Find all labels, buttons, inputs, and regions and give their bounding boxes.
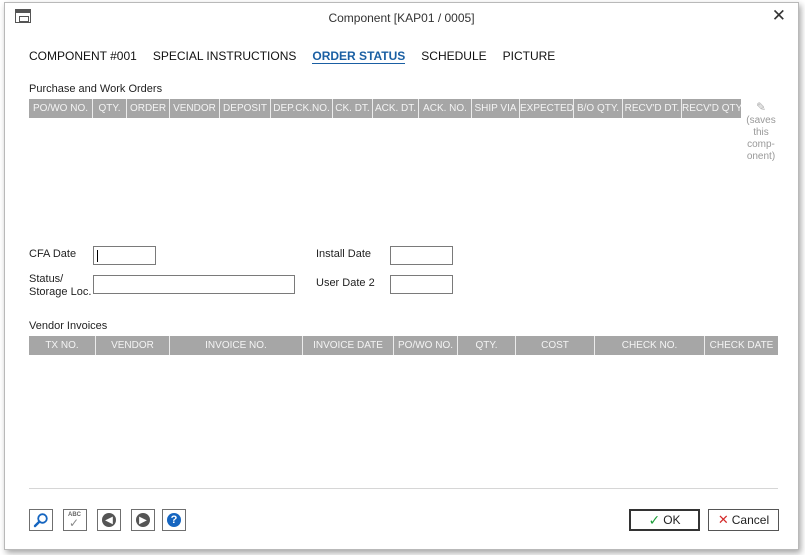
cross-icon: ✕ [717, 512, 729, 527]
col-expected[interactable]: EXPECTED [520, 99, 574, 118]
save-component-hint-text: (saves this comp-onent) [746, 115, 776, 162]
col-recvd-qty[interactable]: RECV'D QTY [682, 99, 741, 118]
user-date-2-label: User Date 2 [316, 277, 375, 289]
col-po-wo-no[interactable]: PO/WO NO. [29, 99, 93, 118]
text-caret [97, 250, 98, 262]
cfa-date-field[interactable] [93, 246, 156, 265]
tab-bar: COMPONENT #001 SPECIAL INSTRUCTIONS ORDE… [29, 49, 571, 64]
col-vendor[interactable]: VENDOR [170, 99, 220, 118]
col-invoice-date[interactable]: INVOICE DATE [303, 336, 394, 355]
save-component-hint[interactable]: ✎ (saves this comp-onent) [741, 101, 781, 163]
tab-special-instructions[interactable]: SPECIAL INSTRUCTIONS [153, 49, 297, 64]
title-bar: Component [KAP01 / 0005] ✕ [5, 3, 798, 31]
footer-divider [29, 488, 778, 489]
tab-schedule[interactable]: SCHEDULE [421, 49, 486, 64]
check-mark-glyph: ✓ [69, 516, 80, 530]
magnifier-icon [33, 513, 48, 528]
col-check-no[interactable]: CHECK NO. [595, 336, 705, 355]
col-vendor[interactable]: VENDOR [96, 336, 170, 355]
previous-button[interactable]: ◀ [97, 509, 121, 531]
col-dep-ck-no[interactable]: DEP.CK.NO. [271, 99, 333, 118]
col-cost[interactable]: COST [516, 336, 595, 355]
status-storage-field[interactable] [93, 275, 295, 294]
col-tx-no[interactable]: TX NO. [29, 336, 96, 355]
col-qty[interactable]: QTY. [458, 336, 516, 355]
pencil-icon: ✎ [755, 100, 767, 114]
ok-button-label: OK [663, 513, 681, 527]
spell-check-icon: ABC ✓ [66, 512, 84, 530]
tab-order-status[interactable]: ORDER STATUS [312, 49, 406, 64]
spell-check-button[interactable]: ABC ✓ [63, 509, 87, 531]
col-ack-dt[interactable]: ACK. DT. [373, 99, 419, 118]
close-icon[interactable]: ✕ [772, 6, 786, 26]
col-po-wo-no[interactable]: PO/WO NO. [394, 336, 458, 355]
install-date-field[interactable] [390, 246, 453, 265]
col-recvd-dt[interactable]: RECV'D DT. [623, 99, 682, 118]
arrow-right-icon: ▶ [136, 513, 150, 527]
col-ck-dt[interactable]: CK. DT. [333, 99, 373, 118]
cancel-button[interactable]: ✕ Cancel [708, 509, 779, 531]
user-date-2-field[interactable] [390, 275, 453, 294]
next-button[interactable]: ▶ [131, 509, 155, 531]
tab-component[interactable]: COMPONENT #001 [29, 49, 137, 64]
col-ack-no[interactable]: ACK. NO. [419, 99, 472, 118]
col-check-date[interactable]: CHECK DATE [705, 336, 778, 355]
help-icon: ? [167, 513, 181, 527]
check-icon: ✓ [648, 511, 661, 528]
help-button[interactable]: ? [162, 509, 186, 531]
tab-picture[interactable]: PICTURE [503, 49, 556, 64]
col-deposit[interactable]: DEPOSIT [220, 99, 271, 118]
window-title: Component [KAP01 / 0005] [328, 11, 475, 25]
col-qty[interactable]: QTY. [93, 99, 127, 118]
purchase-orders-grid-header: PO/WO NO. QTY. ORDER VENDOR DEPOSIT DEP.… [29, 99, 741, 118]
col-order[interactable]: ORDER [127, 99, 170, 118]
arrow-left-icon: ◀ [102, 513, 116, 527]
component-dialog: Component [KAP01 / 0005] ✕ COMPONENT #00… [4, 2, 799, 550]
vendor-invoices-label: Vendor Invoices [29, 320, 108, 332]
status-storage-label: Status/ Storage Loc. [29, 273, 92, 298]
col-invoice-no[interactable]: INVOICE NO. [170, 336, 303, 355]
col-ship-via[interactable]: SHIP VIA [472, 99, 520, 118]
ok-button[interactable]: ✓ OK [629, 509, 700, 531]
cancel-button-label: Cancel [731, 513, 770, 527]
purchase-orders-label: Purchase and Work Orders [29, 83, 163, 95]
search-button[interactable] [29, 509, 53, 531]
install-date-label: Install Date [316, 248, 372, 260]
cfa-date-label: CFA Date [29, 248, 77, 260]
col-bo-qty[interactable]: B/O QTY. [574, 99, 623, 118]
vendor-invoices-grid-header: TX NO. VENDOR INVOICE NO. INVOICE DATE P… [29, 336, 778, 355]
